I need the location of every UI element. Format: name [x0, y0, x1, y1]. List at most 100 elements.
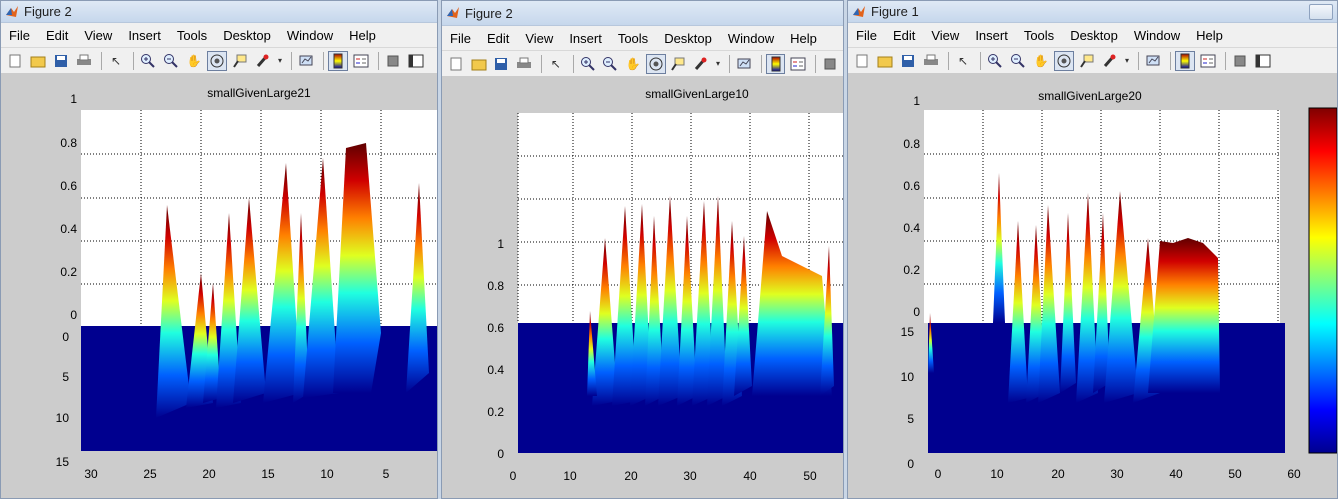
minimize-button[interactable] [1309, 4, 1333, 20]
menu-desktop[interactable]: Desktop [215, 28, 279, 43]
chevron-down-icon[interactable]: ▾ [1123, 51, 1131, 71]
menu-view[interactable]: View [517, 31, 561, 46]
colorbar[interactable] [1308, 107, 1337, 454]
print-icon[interactable] [514, 54, 534, 74]
z-tick-label: 0 [497, 447, 504, 461]
y-tick-label: 0 [62, 330, 69, 344]
surface-plot[interactable]: smallGivenLarge10 1 0.8 0.6 0.4 0.2 0 0 … [442, 76, 843, 499]
open-folder-icon[interactable] [469, 54, 489, 74]
hide-plot-tools-icon[interactable] [1230, 51, 1250, 71]
zoom-in-icon[interactable] [138, 51, 158, 71]
z-axis-ticks: 1 0.8 0.6 0.4 0.2 0 [487, 237, 504, 461]
hide-plot-tools-icon[interactable] [383, 51, 403, 71]
save-icon[interactable] [898, 51, 918, 71]
pointer-icon[interactable]: ↖ [546, 54, 566, 74]
menu-file[interactable]: File [1, 28, 38, 43]
rotate-3d-icon[interactable] [1054, 50, 1074, 71]
figure-window[interactable]: Figure 2 File Edit View Insert Tools Des… [0, 0, 438, 499]
pointer-icon[interactable]: ↖ [106, 51, 126, 71]
link-plot-icon[interactable] [734, 54, 754, 74]
z-tick-label: 1 [913, 94, 920, 108]
menu-edit[interactable]: Edit [479, 31, 517, 46]
surface-plot[interactable]: smallGivenLarge21 1 0.8 0.6 0.4 0.2 0 0 … [1, 73, 437, 499]
colorbar-icon[interactable] [765, 53, 786, 74]
figure-canvas[interactable]: smallGivenLarge21 1 0.8 0.6 0.4 0.2 0 0 … [1, 73, 437, 498]
zoom-out-icon[interactable] [600, 54, 620, 74]
rotate-3d-icon[interactable] [645, 53, 666, 74]
menu-tools[interactable]: Tools [169, 28, 215, 43]
menu-insert[interactable]: Insert [561, 31, 610, 46]
window-titlebar[interactable]: Figure 2 [1, 1, 437, 23]
open-folder-icon[interactable] [28, 51, 48, 71]
zoom-out-icon[interactable] [161, 51, 181, 71]
figure-window[interactable]: Figure 1 File Edit View Insert Tools Des… [847, 0, 1338, 499]
save-icon[interactable] [491, 54, 511, 74]
menu-file[interactable]: File [442, 31, 479, 46]
zoom-in-icon[interactable] [985, 51, 1005, 71]
window-titlebar[interactable]: Figure 1 [848, 1, 1337, 23]
pan-hand-icon[interactable]: ✋ [184, 51, 204, 71]
pointer-icon[interactable]: ↖ [953, 51, 973, 71]
menu-edit[interactable]: Edit [38, 28, 76, 43]
print-icon[interactable] [921, 51, 941, 71]
link-plot-icon[interactable] [1143, 51, 1163, 71]
zoom-in-icon[interactable] [578, 54, 598, 74]
data-cursor-icon[interactable] [230, 51, 250, 71]
brush-icon[interactable] [691, 54, 711, 74]
window-titlebar[interactable]: Figure 2 [442, 1, 843, 26]
menu-tools[interactable]: Tools [1016, 28, 1062, 43]
hide-plot-tools-icon[interactable] [820, 54, 840, 74]
new-file-icon[interactable] [446, 54, 466, 74]
print-icon[interactable] [74, 51, 94, 71]
show-plot-tools-icon[interactable] [406, 51, 426, 71]
colorbar-icon[interactable] [1175, 50, 1195, 71]
toolbar-separator [815, 54, 817, 73]
menu-window[interactable]: Window [1126, 28, 1188, 43]
chevron-down-icon[interactable]: ▾ [714, 54, 722, 74]
menu-window[interactable]: Window [720, 31, 782, 46]
data-cursor-icon[interactable] [669, 54, 689, 74]
colorbar-icon[interactable] [328, 50, 348, 71]
surface-plot[interactable]: smallGivenLarge20 1 0.8 0.6 0.4 0.2 0 15… [848, 73, 1337, 499]
menu-window[interactable]: Window [279, 28, 341, 43]
x-tick-label: 30 [683, 469, 697, 483]
open-folder-icon[interactable] [875, 51, 895, 71]
save-icon[interactable] [51, 51, 71, 71]
zoom-out-icon[interactable] [1008, 51, 1028, 71]
matlab-logo-icon [447, 7, 459, 18]
figure-canvas[interactable]: smallGivenLarge10 1 0.8 0.6 0.4 0.2 0 0 … [442, 76, 843, 498]
new-file-icon[interactable] [852, 51, 872, 71]
x-tick-label: 10 [990, 467, 1004, 481]
legend-icon[interactable] [788, 54, 808, 74]
menu-view[interactable]: View [923, 28, 967, 43]
brush-icon[interactable] [253, 51, 273, 71]
legend-icon[interactable] [1198, 51, 1218, 71]
chevron-down-icon[interactable]: ▾ [276, 51, 284, 71]
menu-insert[interactable]: Insert [120, 28, 169, 43]
menu-insert[interactable]: Insert [967, 28, 1016, 43]
figure-canvas[interactable]: smallGivenLarge20 1 0.8 0.6 0.4 0.2 0 15… [848, 73, 1337, 498]
figure-window[interactable]: Figure 2 File Edit View Insert Tools Des… [441, 0, 844, 499]
show-plot-tools-icon[interactable] [1253, 51, 1273, 71]
menu-help[interactable]: Help [1188, 28, 1231, 43]
menu-view[interactable]: View [76, 28, 120, 43]
menu-edit[interactable]: Edit [885, 28, 923, 43]
menu-file[interactable]: File [848, 28, 885, 43]
data-cursor-icon[interactable] [1077, 51, 1097, 71]
legend-icon[interactable] [351, 51, 371, 71]
pan-hand-icon[interactable]: ✋ [623, 54, 643, 74]
menu-tools[interactable]: Tools [610, 31, 656, 46]
rotate-3d-icon[interactable] [207, 50, 227, 71]
z-tick-label: 0.4 [487, 363, 504, 377]
link-plot-icon[interactable] [296, 51, 316, 71]
brush-icon[interactable] [1100, 51, 1120, 71]
menu-bar: File Edit View Insert Tools Desktop Wind… [442, 26, 843, 51]
pan-hand-icon[interactable]: ✋ [1031, 51, 1051, 71]
z-tick-label: 0 [913, 305, 920, 319]
menu-desktop[interactable]: Desktop [656, 31, 720, 46]
menu-help[interactable]: Help [782, 31, 825, 46]
x-tick-label: 40 [743, 469, 757, 483]
menu-desktop[interactable]: Desktop [1062, 28, 1126, 43]
new-file-icon[interactable] [5, 51, 25, 71]
menu-help[interactable]: Help [341, 28, 384, 43]
